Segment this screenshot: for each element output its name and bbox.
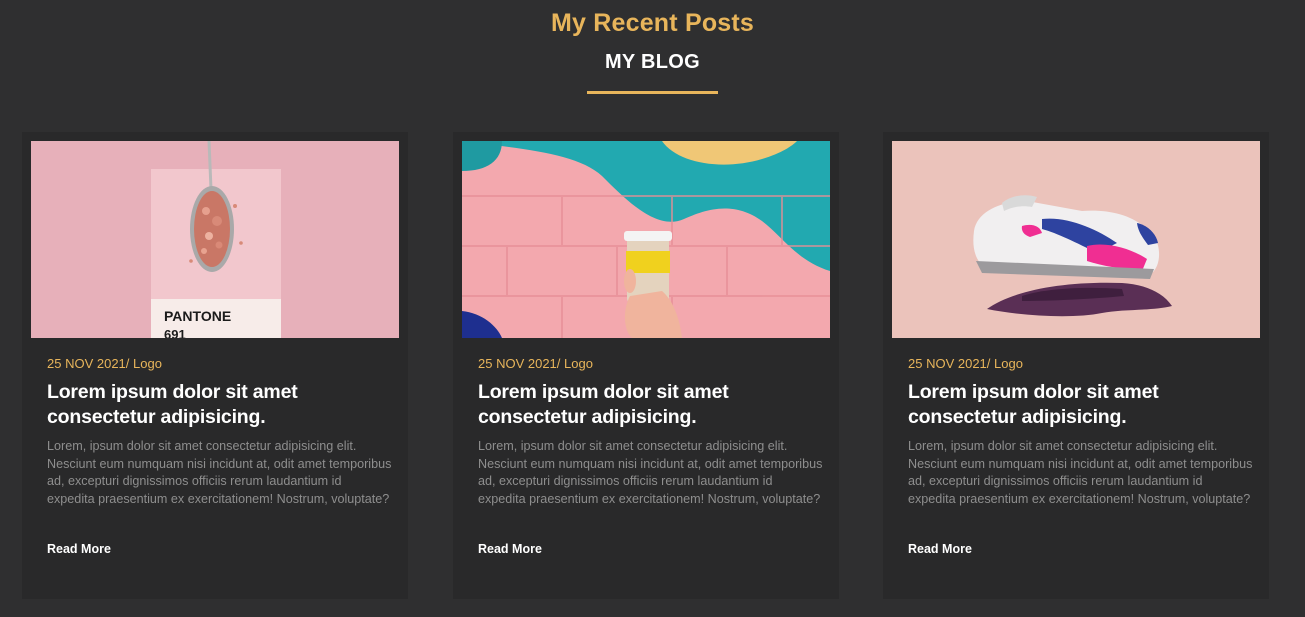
post-excerpt: Lorem, ipsum dolor sit amet consectetur … (47, 439, 392, 506)
card-image[interactable] (892, 141, 1260, 338)
section-subtitle: MY BLOG (604, 51, 701, 73)
svg-text:PANTONE: PANTONE (164, 308, 231, 324)
post-title[interactable]: Lorem ipsum dolor sit amet consectetur a… (47, 380, 387, 430)
sneaker-hand-image (892, 141, 1260, 338)
post-title[interactable]: Lorem ipsum dolor sit amet consectetur a… (908, 380, 1248, 430)
coffee-cup-wall-image (462, 141, 830, 338)
post-meta: 25 NOV 2021/ Logo (478, 356, 593, 371)
card-image[interactable] (462, 141, 830, 338)
read-more-link[interactable]: Read More (478, 542, 542, 556)
svg-text:691: 691 (164, 327, 186, 338)
blog-card: PANTONE 691 25 NOV 2021/ Logo Lorem ipsu… (22, 132, 408, 599)
pantone-spoon-image: PANTONE 691 (31, 141, 399, 338)
title-underline (587, 91, 718, 94)
read-more-link[interactable]: Read More (47, 542, 111, 556)
section-title: My Recent Posts (550, 9, 755, 37)
post-meta: 25 NOV 2021/ Logo (908, 356, 1023, 371)
post-excerpt: Lorem, ipsum dolor sit amet consectetur … (908, 439, 1253, 506)
post-excerpt: Lorem, ipsum dolor sit amet consectetur … (478, 439, 823, 506)
post-meta: 25 NOV 2021/ Logo (47, 356, 162, 371)
blog-card: 25 NOV 2021/ Logo Lorem ipsum dolor sit … (883, 132, 1269, 599)
card-image[interactable]: PANTONE 691 (31, 141, 399, 338)
post-title[interactable]: Lorem ipsum dolor sit amet consectetur a… (478, 380, 818, 430)
read-more-link[interactable]: Read More (908, 542, 972, 556)
blog-card: 25 NOV 2021/ Logo Lorem ipsum dolor sit … (453, 132, 839, 599)
